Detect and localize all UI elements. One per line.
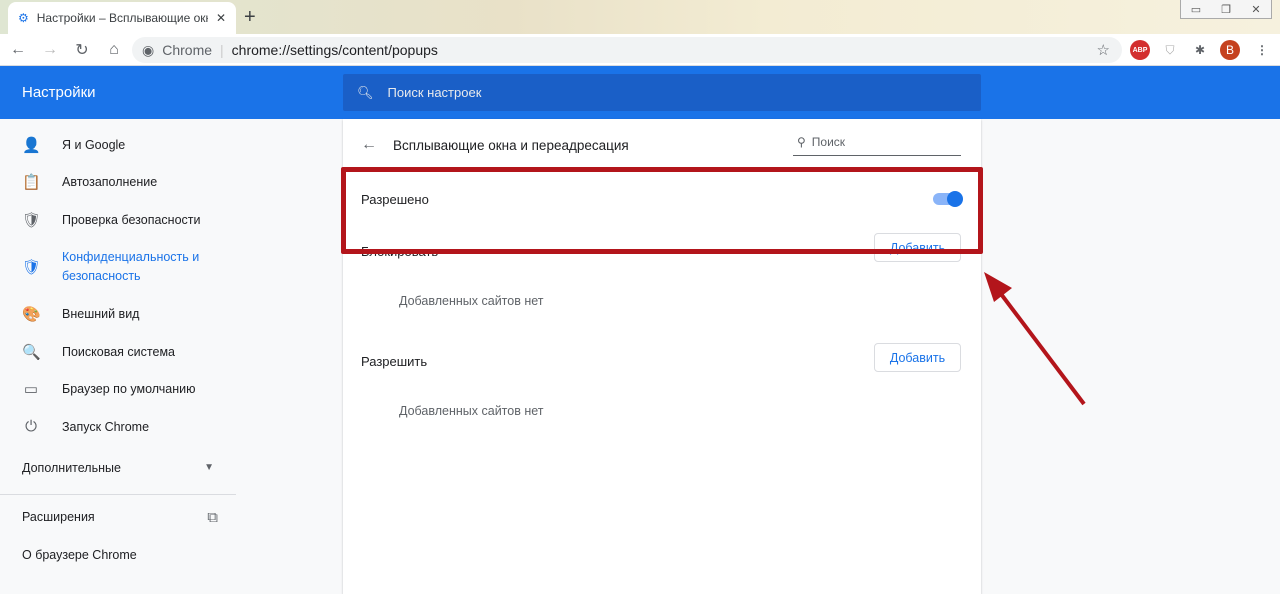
annotation-arrow-icon — [984, 272, 1086, 406]
